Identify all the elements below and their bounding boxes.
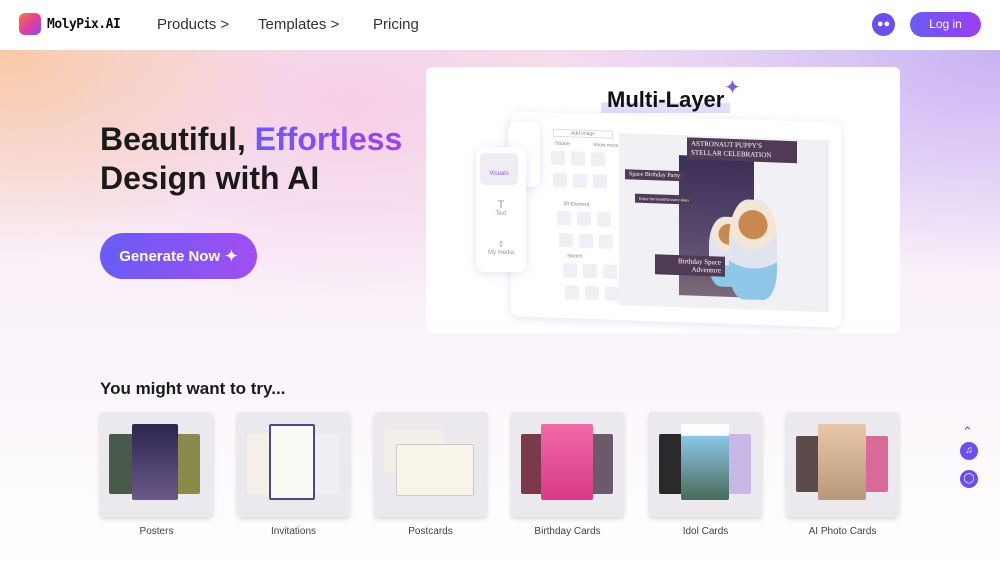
hero-title: Beautiful, Effortless Design with AI	[100, 120, 402, 198]
template-card-invitations[interactable]	[237, 412, 350, 517]
section-heading: You might want to try...	[100, 379, 286, 398]
card-label: Invitations	[270, 526, 317, 537]
chevron-right-icon: >	[330, 16, 340, 33]
tool-label: Text	[495, 211, 507, 217]
instagram-icon[interactable]: ◯	[960, 470, 978, 488]
card-label: Postcards	[408, 526, 453, 537]
poster-tagline: Enjoy the beautiful starry skies	[635, 193, 693, 205]
card-label: AI Photo Cards	[808, 526, 877, 537]
tool-label: My media	[487, 250, 514, 256]
chevron-right-icon: >	[220, 16, 230, 33]
generate-now-button[interactable]: Generate Now ✦	[100, 233, 257, 279]
editor-panel: Add image Sticker 3D Element Sketch Show…	[511, 111, 841, 328]
template-card-idol-cards[interactable]	[649, 412, 762, 517]
cta-label: Generate Now	[119, 247, 221, 265]
card-label: Idol Cards	[682, 526, 729, 537]
title-line2: Design with AI	[100, 160, 320, 196]
title-accent: Effortless	[254, 121, 403, 157]
sparkle-icon: ✦	[225, 248, 238, 265]
template-card-birthday-cards[interactable]	[511, 412, 624, 517]
nav-templates[interactable]: Templates >	[258, 16, 339, 33]
tool-panel: Visuals T Text ⇧ My media	[476, 147, 526, 272]
tiktok-icon[interactable]: ♫	[960, 442, 978, 460]
sparkle-icon: ✦	[724, 77, 741, 99]
login-button[interactable]: Log in	[910, 12, 981, 37]
nav-label: Pricing	[373, 16, 419, 33]
tool-my-media: ⇧ My media	[487, 239, 514, 256]
showcase-title: Multi-Layer	[601, 87, 731, 113]
title-part: Beautiful,	[100, 121, 255, 157]
brand-name: MolyPix.AI	[47, 16, 121, 32]
discord-icon[interactable]: ●●	[872, 13, 895, 36]
multi-layer-showcase: Multi-Layer ✦ Add image Sticker 3D Eleme…	[426, 67, 900, 333]
section-label: 3D Element	[563, 201, 590, 208]
chevron-up-icon[interactable]: ⌃	[962, 424, 973, 440]
nav-pricing[interactable]: Pricing	[373, 16, 419, 33]
nav-label: Templates	[258, 16, 327, 33]
template-card-ai-photo-cards[interactable]	[786, 412, 899, 517]
card-label: Birthday Cards	[534, 526, 601, 537]
poster-bottom-title: Birthday Space Adventure	[655, 254, 725, 277]
poster-title: ASTRONAUT PUPPY'S STELLAR CELEBRATION	[687, 137, 797, 164]
tool-visuals: Visuals	[480, 153, 518, 185]
poster-subtitle: Space Birthday Party	[625, 169, 684, 182]
card-label: Posters	[139, 526, 174, 537]
section-label: Sticker	[555, 140, 571, 148]
template-card-posters[interactable]	[100, 412, 213, 517]
top-nav: MolyPix.AI Products > Templates > Pricin…	[0, 0, 1000, 50]
nav-label: Products	[157, 16, 217, 33]
nav-products[interactable]: Products >	[157, 16, 229, 33]
logo-icon	[19, 13, 41, 35]
section-label: Sketch	[567, 253, 583, 260]
brand-logo[interactable]: MolyPix.AI	[19, 13, 121, 35]
template-card-postcards[interactable]	[374, 412, 487, 517]
add-image-button: Add image	[553, 128, 613, 139]
tool-text: T Text	[495, 199, 507, 217]
design-canvas: ASTRONAUT PUPPY'S STELLAR CELEBRATION Sp…	[619, 133, 829, 313]
